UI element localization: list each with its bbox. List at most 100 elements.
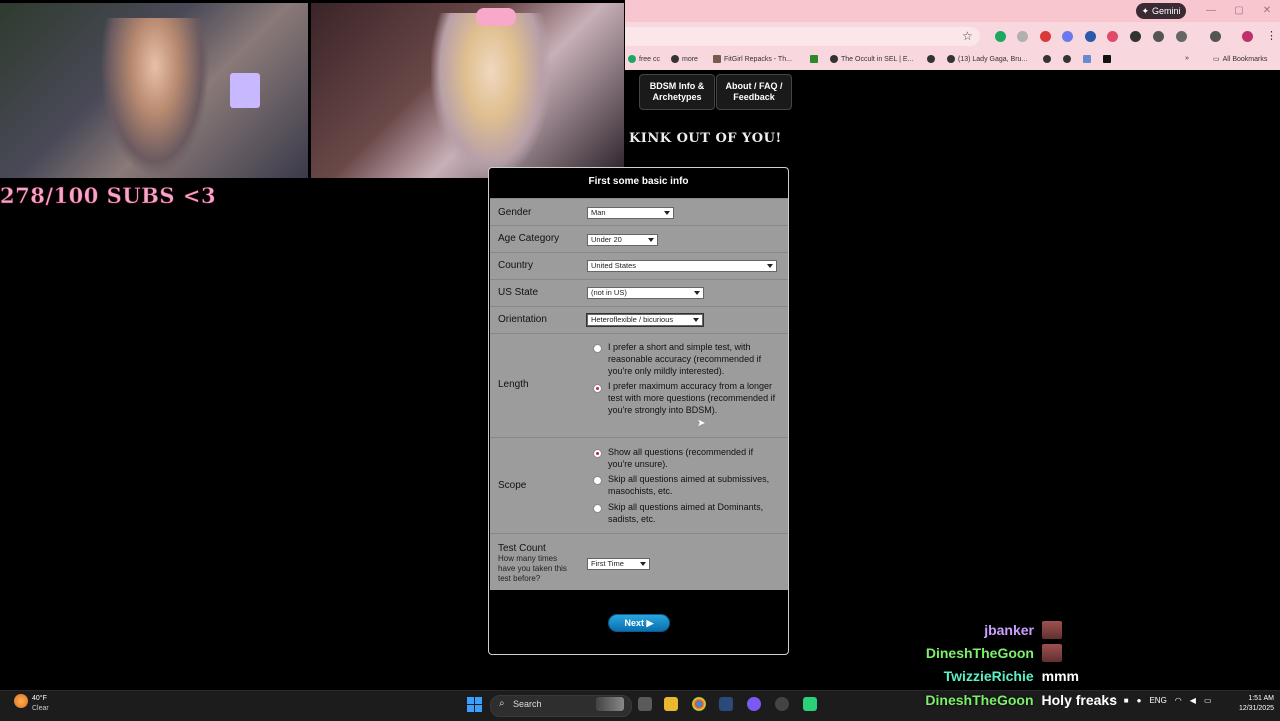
- extension-icon[interactable]: [1017, 31, 1028, 42]
- search-highlight-icon: [596, 697, 624, 711]
- bookmark-item[interactable]: more: [671, 55, 698, 63]
- extension-icon[interactable]: [1040, 31, 1051, 42]
- bookmark-item[interactable]: FitGirl Repacks - Th...: [713, 55, 792, 63]
- emote-icon: [1042, 621, 1062, 639]
- scope-skip-sub-option[interactable]: Skip all questions aimed at submissives,…: [608, 473, 778, 497]
- test-count-select[interactable]: First Time: [587, 558, 650, 570]
- us-state-select[interactable]: (not in US): [587, 287, 704, 299]
- age-row: Age Category Under 20: [490, 225, 788, 252]
- bookmark-item[interactable]: [1043, 55, 1051, 63]
- discord-icon[interactable]: [747, 697, 761, 711]
- extension-icon[interactable]: [1107, 31, 1118, 42]
- sparkle-icon: ✦: [1141, 5, 1150, 16]
- gender-label: Gender: [498, 207, 532, 218]
- scope-all-option[interactable]: Show all questions (recommended if you'r…: [608, 446, 778, 470]
- chat-message: jbanker: [984, 621, 1062, 639]
- test-count-label: Test Count How many times have you taken…: [498, 543, 576, 584]
- nav-bdsm-info[interactable]: BDSM Info & Archetypes: [639, 74, 715, 110]
- next-button[interactable]: Next ▶: [608, 614, 670, 632]
- weather-condition[interactable]: Clear: [32, 705, 49, 712]
- scope-skip-dom-option[interactable]: Skip all questions aimed at Dominants, s…: [608, 501, 778, 525]
- bookmark-item[interactable]: [810, 55, 818, 63]
- steam-icon[interactable]: [719, 697, 733, 711]
- maximize-icon[interactable]: ▢: [1226, 2, 1252, 18]
- scope-skip-sub-radio[interactable]: [593, 476, 602, 485]
- length-row: Length I prefer a short and simple test,…: [490, 333, 788, 437]
- address-bar[interactable]: [625, 27, 980, 46]
- extension-icon[interactable]: [1153, 31, 1164, 42]
- close-icon[interactable]: ✕: [1254, 2, 1280, 18]
- country-select[interactable]: United States: [587, 260, 777, 272]
- extension-icon[interactable]: [995, 31, 1006, 42]
- emote-icon: [1042, 644, 1062, 662]
- bookmark-favicon-icon: [628, 55, 636, 63]
- task-view-icon[interactable]: [638, 697, 652, 711]
- system-tray: ^ ■ ● ENG ◠ ◀ ▭: [1112, 696, 1212, 705]
- clock-time[interactable]: 1:51 AM: [1238, 695, 1274, 702]
- chat-username: DineshTheGoon: [925, 692, 1034, 708]
- windows-start-icon[interactable]: [467, 697, 482, 712]
- chat-username: TwizzieRichie: [943, 668, 1034, 684]
- bookmark-favicon-icon: [1083, 55, 1091, 63]
- app-tray-icon[interactable]: ■: [1124, 696, 1129, 705]
- globe-icon: [927, 55, 935, 63]
- app-icon[interactable]: [775, 697, 789, 711]
- language-indicator[interactable]: ENG: [1149, 696, 1166, 705]
- chat-username: DineshTheGoon: [925, 645, 1034, 661]
- bookmark-item[interactable]: [1063, 55, 1071, 63]
- battery-icon[interactable]: ▭: [1204, 696, 1212, 705]
- subs-goal-text: 278/100 SUBS <3: [0, 183, 217, 209]
- extension-icon[interactable]: [1085, 31, 1096, 42]
- minimize-icon[interactable]: —: [1198, 2, 1224, 18]
- country-row: Country United States: [490, 252, 788, 279]
- hair-bow: [476, 8, 516, 26]
- orientation-select[interactable]: Heteroflexible / bicurious: [586, 313, 704, 327]
- length-long-radio[interactable]: [593, 384, 602, 393]
- bookmark-item[interactable]: [1083, 55, 1091, 63]
- sidebar-icon[interactable]: [1210, 31, 1221, 42]
- weather-icon[interactable]: [14, 694, 28, 708]
- bookmark-item[interactable]: (13) Lady Gaga, Bru...: [947, 55, 1027, 63]
- extension-icon[interactable]: [1130, 31, 1141, 42]
- profile-avatar[interactable]: [1242, 31, 1253, 42]
- chat-text: mmm: [1041, 668, 1079, 684]
- clock-date[interactable]: 12/31/2025: [1232, 705, 1274, 712]
- bookmark-item[interactable]: The Occult in SEL | E...: [830, 55, 913, 63]
- bookmarks-overflow-icon[interactable]: »: [1185, 55, 1189, 62]
- length-short-option[interactable]: I prefer a short and simple test, with r…: [608, 341, 778, 377]
- bookmark-item[interactable]: [927, 55, 935, 63]
- scope-skip-dom-radio[interactable]: [593, 504, 602, 513]
- gemini-button[interactable]: ✦ Gemini: [1136, 3, 1186, 19]
- weather-temp[interactable]: 40°F: [32, 695, 47, 702]
- volume-icon[interactable]: ◀: [1190, 696, 1196, 705]
- webcam-feed-left: [0, 3, 308, 178]
- us-state-row: US State (not in US): [490, 279, 788, 306]
- wifi-icon[interactable]: ◠: [1175, 696, 1182, 705]
- app-icon[interactable]: [803, 697, 817, 711]
- scope-label: Scope: [498, 480, 527, 491]
- search-icon: ⌕: [499, 698, 505, 709]
- extensions-puzzle-icon[interactable]: [1176, 31, 1187, 42]
- all-bookmarks[interactable]: ▭ All Bookmarks: [1213, 55, 1267, 64]
- age-category-select[interactable]: Under 20: [587, 234, 658, 246]
- chrome-icon[interactable]: [692, 697, 706, 711]
- bookmark-item[interactable]: free cc: [628, 55, 660, 63]
- globe-icon: [830, 55, 838, 63]
- bookmark-item[interactable]: [1103, 55, 1111, 63]
- menu-kebab-icon[interactable]: ⋮: [1266, 29, 1277, 42]
- folder-icon: ▭: [1213, 56, 1220, 63]
- play-icon: [1103, 55, 1111, 63]
- nav-about-faq[interactable]: About / FAQ / Feedback: [716, 74, 792, 110]
- test-count-sublabel: How many times have you taken this test …: [498, 554, 567, 583]
- microphone-icon[interactable]: ●: [1137, 696, 1142, 705]
- bookmark-favicon-icon: [810, 55, 818, 63]
- bookmark-star-icon[interactable]: ☆: [962, 29, 973, 43]
- extension-icon[interactable]: [1062, 31, 1073, 42]
- length-short-radio[interactable]: [593, 344, 602, 353]
- length-long-option[interactable]: I prefer maximum accuracy from a longer …: [608, 380, 778, 416]
- file-explorer-icon[interactable]: [664, 697, 678, 711]
- gender-select[interactable]: Man: [587, 207, 674, 219]
- scope-all-radio[interactable]: [593, 449, 602, 458]
- country-label: Country: [498, 260, 534, 271]
- bookmarks-bar: free cc more FitGirl Repacks - Th... The…: [625, 50, 1280, 70]
